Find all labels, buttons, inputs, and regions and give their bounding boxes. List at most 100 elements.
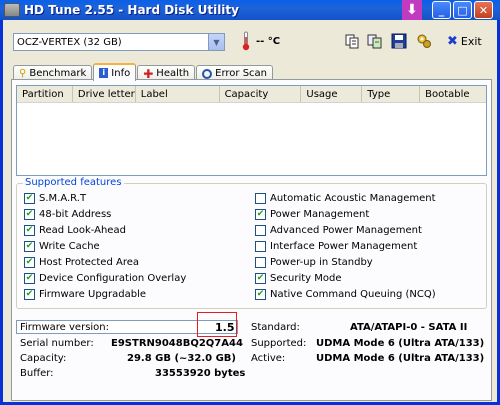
standard-value: ATA/ATAPI-0 - SATA II — [350, 322, 468, 333]
feature-label: 48-bit Address — [39, 209, 112, 220]
tab-label: Error Scan — [215, 68, 268, 79]
temperature-value: -- °C — [256, 36, 281, 47]
drive-select-value: OCZ-VERTEX (32 GB) — [17, 36, 122, 48]
minimize-button[interactable]: _ — [432, 1, 451, 19]
feature-write-cache[interactable]: ✔ Write Cache — [24, 241, 100, 252]
feature-label: Native Command Queuing (NCQ) — [270, 289, 436, 300]
supported-value: UDMA Mode 6 (Ultra ATA/133) — [316, 338, 485, 349]
exit-icon: ✖ — [447, 33, 458, 49]
feature-label: Interface Power Management — [270, 241, 418, 252]
exit-label: Exit — [460, 35, 482, 48]
window-title: HD Tune 2.55 - Hard Disk Utility — [24, 3, 239, 17]
firmware-value: 1.5 — [215, 321, 235, 334]
feature-48bit-address[interactable]: ✔ 48-bit Address — [24, 209, 111, 220]
checkbox[interactable]: ✔ — [24, 209, 35, 220]
partition-list[interactable]: Partition Drive letter Label Capacity Us… — [16, 85, 487, 176]
app-icon — [4, 3, 20, 17]
feature-firmware-upgradable[interactable]: ✔ Firmware Upgradable — [24, 289, 146, 300]
tab-label: Health — [156, 68, 190, 79]
checkbox[interactable] — [255, 193, 266, 204]
tab-bar: ⚲ Benchmark i Info ✚ Health Error Scan — [13, 63, 274, 81]
checkbox[interactable]: ✔ — [24, 193, 35, 204]
checkbox[interactable]: ✔ — [24, 273, 35, 284]
checkbox[interactable]: ✔ — [24, 241, 35, 252]
capacity-value: 29.8 GB (~32.0 GB) — [127, 353, 236, 364]
feature-label: Write Cache — [39, 241, 100, 252]
copy-all-icon[interactable] — [367, 33, 383, 49]
active-value: UDMA Mode 6 (Ultra ATA/133) — [316, 353, 485, 364]
error-scan-icon — [202, 68, 213, 79]
app-window: HD Tune 2.55 - Hard Disk Utility ⬇ _ □ ✕… — [0, 0, 500, 405]
feature-smart[interactable]: ✔ S.M.A.R.T — [24, 193, 86, 204]
save-icon[interactable] — [391, 33, 407, 49]
supported-features-group: Supported features ✔ S.M.A.R.T ✔ 48-bit Ad… — [16, 177, 487, 309]
checkbox[interactable] — [255, 241, 266, 252]
feature-advanced-power-management[interactable]: Advanced Power Management — [255, 225, 422, 236]
partition-list-header: Partition Drive letter Label Capacity Us… — [17, 86, 486, 103]
feature-label: Security Mode — [270, 273, 342, 284]
checkbox[interactable]: ✔ — [255, 209, 266, 220]
supported-features-title: Supported features — [23, 177, 124, 188]
chevron-down-icon[interactable]: ▼ — [208, 34, 224, 50]
feature-label: Read Look-Ahead — [39, 225, 126, 236]
checkbox[interactable]: ✔ — [24, 225, 35, 236]
checkbox[interactable]: ✔ — [255, 289, 266, 300]
feature-label: Power Management — [270, 209, 370, 220]
column-header-partition[interactable]: Partition — [17, 86, 73, 102]
download-arrow-icon[interactable]: ⬇ — [402, 0, 422, 20]
checkbox[interactable]: ✔ — [255, 273, 266, 284]
column-header-capacity[interactable]: Capacity — [220, 86, 302, 102]
feature-power-management[interactable]: ✔ Power Management — [255, 209, 369, 220]
copy-icon[interactable] — [344, 33, 360, 49]
feature-interface-power-management[interactable]: Interface Power Management — [255, 241, 417, 252]
health-icon: ✚ — [143, 66, 154, 81]
drive-select[interactable]: OCZ-VERTEX (32 GB) ▼ — [13, 33, 225, 51]
title-bar: HD Tune 2.55 - Hard Disk Utility ⬇ _ □ ✕ — [0, 0, 500, 20]
feature-automatic-acoustic-management[interactable]: Automatic Acoustic Management — [255, 193, 436, 204]
feature-security-mode[interactable]: ✔ Security Mode — [255, 273, 342, 284]
feature-read-look-ahead[interactable]: ✔ Read Look-Ahead — [24, 225, 126, 236]
buffer-value: 33553920 bytes — [155, 368, 246, 379]
checkbox[interactable] — [255, 225, 266, 236]
checkbox[interactable]: ✔ — [24, 289, 35, 300]
standard-label: Standard: — [251, 322, 300, 333]
capacity-label: Capacity: — [20, 353, 67, 364]
checkbox[interactable]: ✔ — [24, 257, 35, 268]
feature-label: Host Protected Area — [39, 257, 139, 268]
column-header-bootable[interactable]: Bootable — [420, 86, 486, 102]
feature-power-up-in-standby[interactable]: Power-up in Standby — [255, 257, 373, 268]
firmware-label: Firmware version: — [20, 322, 110, 333]
benchmark-icon: ⚲ — [19, 68, 27, 79]
serial-label: Serial number: — [20, 338, 94, 349]
column-header-label[interactable]: Label — [136, 86, 220, 102]
exit-button[interactable]: ✖ Exit — [447, 33, 482, 49]
column-header-drive-letter[interactable]: Drive letter — [73, 86, 136, 102]
thermometer-icon — [242, 31, 250, 51]
feature-label: Device Configuration Overlay — [39, 273, 187, 284]
feature-device-configuration-overlay[interactable]: ✔ Device Configuration Overlay — [24, 273, 186, 284]
serial-value: E9STRN9048BQ2Q7A44 — [111, 338, 243, 349]
feature-label: S.M.A.R.T — [39, 193, 87, 204]
checkbox[interactable] — [255, 257, 266, 268]
info-panel: Partition Drive letter Label Capacity Us… — [11, 79, 492, 401]
toolbar: OCZ-VERTEX (32 GB) ▼ -- °C ✖ Exit — [13, 28, 487, 54]
drive-info: Firmware version: 1.5 Serial number: E9S… — [16, 312, 487, 398]
column-header-usage[interactable]: Usage — [301, 86, 363, 102]
maximize-button[interactable]: □ — [453, 1, 472, 19]
info-icon: i — [99, 68, 109, 78]
feature-ncq[interactable]: ✔ Native Command Queuing (NCQ) — [255, 289, 436, 300]
buffer-label: Buffer: — [20, 368, 54, 379]
options-icon[interactable] — [416, 33, 432, 49]
active-label: Active: — [251, 353, 286, 364]
column-header-type[interactable]: Type — [362, 86, 421, 102]
feature-label: Power-up in Standby — [270, 257, 373, 268]
feature-label: Advanced Power Management — [270, 225, 422, 236]
feature-host-protected-area[interactable]: ✔ Host Protected Area — [24, 257, 139, 268]
tab-info[interactable]: i Info — [93, 63, 137, 81]
feature-label: Automatic Acoustic Management — [270, 193, 436, 204]
feature-label: Firmware Upgradable — [39, 289, 147, 300]
supported-label: Supported: — [251, 338, 307, 349]
tab-label: Info — [111, 67, 131, 79]
tab-label: Benchmark — [29, 68, 87, 79]
close-button[interactable]: ✕ — [474, 1, 493, 19]
